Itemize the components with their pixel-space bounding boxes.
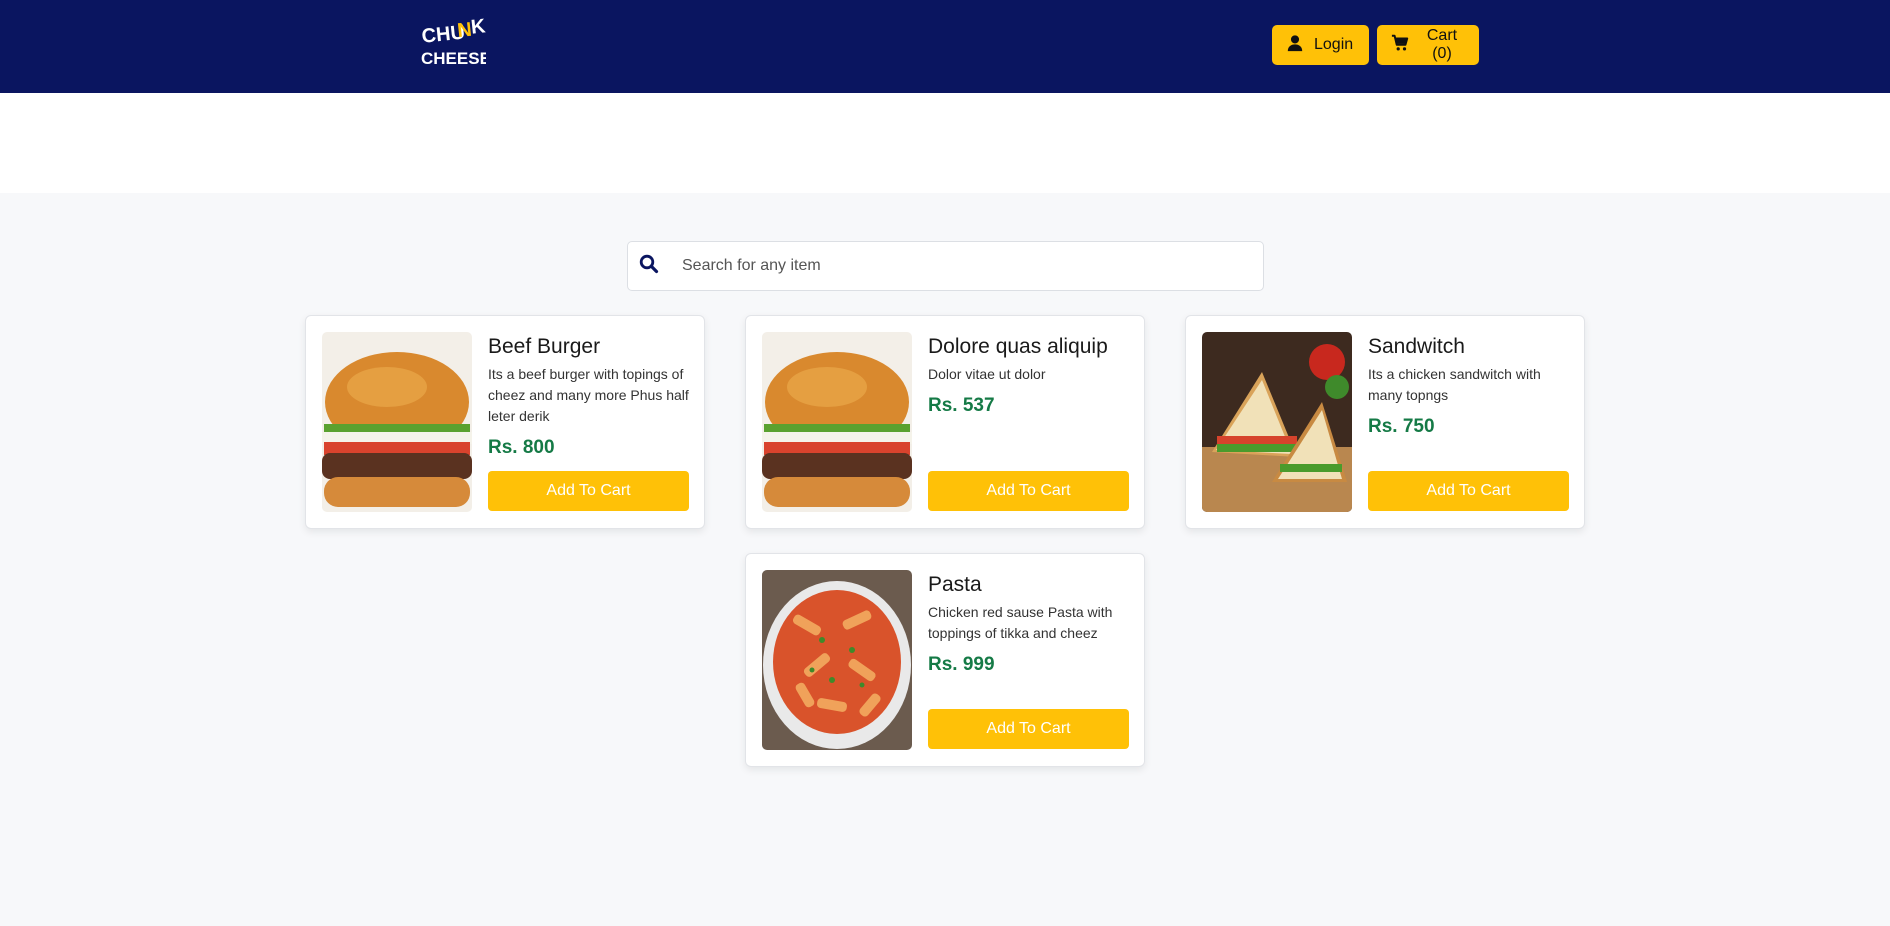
product-image-burger	[322, 332, 472, 512]
hero-spacer	[0, 93, 1890, 193]
navbar: CHU N K CHEESE Login Cart (0)	[0, 0, 1890, 93]
svg-text:K: K	[470, 18, 486, 39]
cart-label: Cart (0)	[1426, 27, 1458, 62]
login-label: Login	[1314, 36, 1354, 53]
search-icon[interactable]	[628, 254, 659, 279]
product-card: Dolore quas aliquip Dolor vitae ut dolor…	[745, 315, 1145, 529]
user-icon	[1286, 34, 1304, 57]
product-image-sandwich	[1202, 332, 1352, 512]
product-price: Rs. 999	[928, 654, 995, 675]
brand-logo[interactable]: CHU N K CHEESE	[420, 15, 491, 70]
search-input[interactable]	[682, 257, 1242, 275]
search-bar	[627, 241, 1264, 291]
cart-icon	[1391, 34, 1409, 57]
product-card: Sandwitch Its a chicken sandwitch with m…	[1185, 315, 1585, 529]
svg-text:CHEESE: CHEESE	[421, 49, 486, 68]
product-price: Rs. 537	[928, 395, 995, 416]
add-to-cart-button[interactable]: Add To Cart	[928, 709, 1129, 749]
product-title: Pasta	[928, 573, 982, 596]
add-to-cart-button[interactable]: Add To Cart	[1368, 471, 1569, 511]
product-description: Dolor vitae ut dolor	[928, 366, 1046, 382]
login-button[interactable]: Login	[1272, 25, 1369, 65]
add-to-cart-button[interactable]: Add To Cart	[928, 471, 1129, 511]
product-title: Sandwitch	[1368, 335, 1465, 358]
product-image-pasta	[762, 570, 912, 750]
product-title: Beef Burger	[488, 335, 601, 358]
product-description: Chicken red sause Pasta with toppings of…	[928, 604, 1113, 641]
product-title: Dolore quas aliquip	[928, 335, 1108, 358]
product-description: Its a beef burger with topings of cheez …	[488, 366, 689, 424]
add-to-cart-button[interactable]: Add To Cart	[488, 471, 689, 511]
cart-button[interactable]: Cart (0)	[1377, 25, 1479, 65]
product-card: Pasta Chicken red sause Pasta with toppi…	[745, 553, 1145, 767]
product-price: Rs. 800	[488, 437, 555, 458]
product-price: Rs. 750	[1368, 416, 1435, 437]
product-description: Its a chicken sandwitch with many topngs	[1368, 366, 1541, 403]
product-image-burger	[762, 332, 912, 512]
product-card: Beef Burger Its a beef burger with topin…	[305, 315, 705, 529]
